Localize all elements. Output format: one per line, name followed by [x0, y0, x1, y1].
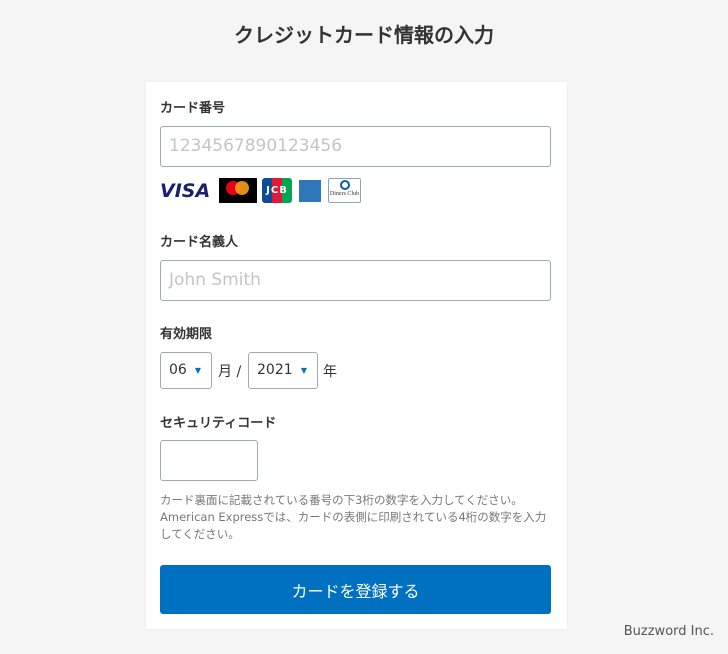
card-form: カード番号 1234567890123456 VISA JCB Diners C…	[146, 82, 567, 629]
chevron-down-icon: ▼	[300, 366, 307, 375]
month-unit: 月 /	[218, 364, 242, 380]
footer-brand: Buzzword Inc.	[623, 624, 714, 639]
card-number-input[interactable]: 1234567890123456	[160, 126, 551, 167]
holder-input[interactable]: John Smith	[160, 260, 551, 301]
security-code-input[interactable]	[160, 440, 258, 481]
jcb-logo: JCB	[262, 178, 292, 203]
amex-logo	[299, 179, 321, 202]
month-select[interactable]: 06 ▼	[160, 352, 212, 389]
jcb-logo-text: JCB	[266, 185, 288, 196]
expiry-label: 有効期限	[160, 327, 213, 342]
mastercard-logo	[219, 178, 257, 203]
year-select[interactable]: 2021 ▼	[248, 352, 318, 389]
diners-logo-text: Diners Club	[329, 191, 360, 197]
month-value: 06	[169, 362, 187, 378]
page-title: クレジットカード情報の入力	[234, 23, 494, 47]
chevron-down-icon: ▼	[194, 366, 201, 375]
register-card-button[interactable]: カードを登録する	[160, 565, 551, 614]
security-label: セキュリティコード	[160, 416, 277, 431]
card-brand-logos: VISA JCB Diners Club	[160, 178, 361, 203]
security-help-text: カード裏面に記載されている番号の下3桁の数字を入力してください。American…	[160, 493, 547, 541]
visa-logo: VISA	[160, 179, 211, 202]
card-number-label: カード番号	[160, 101, 226, 116]
diners-ring-icon	[340, 180, 350, 190]
holder-label: カード名義人	[160, 235, 239, 250]
year-unit: 年	[323, 364, 337, 380]
year-value: 2021	[257, 362, 293, 378]
diners-logo: Diners Club	[328, 178, 361, 203]
